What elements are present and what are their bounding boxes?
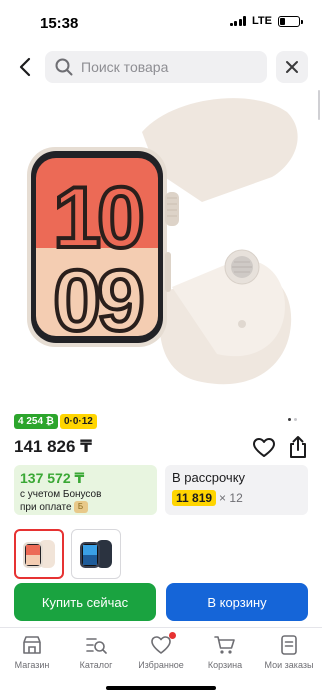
cart-icon [214, 636, 235, 654]
catalog-icon [86, 638, 107, 654]
tab-label: Магазин [14, 660, 50, 670]
share-button[interactable] [287, 435, 309, 459]
home-indicator [106, 686, 216, 690]
gallery-dot [288, 418, 291, 421]
orders-icon [281, 635, 297, 655]
watch-thumb-icon [23, 540, 55, 568]
tab-favorites[interactable]: Избранное [129, 632, 193, 670]
bonus-icon: Б [73, 501, 88, 514]
variant-thumb-midnight[interactable] [71, 529, 121, 579]
status-time: 15:38 [40, 15, 79, 32]
search-icon [55, 58, 73, 76]
bottom-tab-bar: Магазин Каталог Избранное Корзина Мои за… [0, 627, 322, 698]
tab-label: Корзина [207, 660, 243, 670]
chevron-left-icon [19, 57, 31, 77]
tab-cart[interactable]: Корзина [193, 634, 257, 670]
close-icon [286, 61, 298, 73]
signal-icon [229, 16, 247, 26]
close-button[interactable] [276, 51, 308, 83]
bonus-note: с учетом Бонусов при оплате Б [20, 488, 151, 514]
status-bar: 15:38 LTE [0, 0, 322, 44]
scroll-indicator [318, 90, 320, 120]
bonus-badge: 4 254 ₿ [14, 414, 58, 429]
installment-title: В рассрочку [172, 470, 246, 485]
tab-catalog[interactable]: Каталог [64, 634, 128, 670]
tab-shop[interactable]: Магазин [0, 634, 64, 670]
gallery-dot [294, 418, 297, 421]
bonus-price-card[interactable]: 137 572 ₸ с учетом Бонусов при оплате Б [14, 465, 157, 515]
watch-face-minute: 09 [53, 253, 142, 349]
back-button[interactable] [14, 55, 36, 79]
installment-amount: 11 819 [172, 490, 217, 506]
variant-thumbnails [14, 529, 121, 579]
search-header: Поиск товара [0, 51, 322, 83]
heart-icon [253, 438, 275, 457]
variant-thumb-starlight[interactable] [14, 529, 64, 579]
watch-face-hour: 10 [53, 170, 142, 266]
installment-multiplier: × 12 [219, 491, 243, 505]
tab-label: Каталог [79, 660, 113, 670]
bonus-note-line1: с учетом Бонусов [20, 489, 102, 500]
buy-now-button[interactable]: Купить сейчас [14, 583, 156, 621]
gallery-pagination [288, 418, 297, 421]
status-icons: LTE [229, 15, 303, 27]
battery-icon [278, 15, 303, 27]
installment-card[interactable]: В рассрочку 11 819 × 12 [165, 465, 308, 515]
tab-label: Мои заказы [264, 660, 314, 670]
shop-icon [23, 636, 41, 654]
bonus-price: 137 572 ₸ [20, 470, 85, 486]
apple-watch-image: 10 09 [27, 98, 298, 385]
share-icon [290, 436, 306, 458]
search-input[interactable]: Поиск товара [45, 51, 267, 83]
notification-dot [169, 632, 176, 639]
add-to-cart-button[interactable]: В корзину [166, 583, 308, 621]
favorite-button[interactable] [252, 436, 276, 460]
network-label: LTE [252, 15, 272, 27]
watch-thumb-icon [80, 540, 112, 568]
tab-label: Избранное [138, 660, 184, 670]
installment-badge: 0·0·12 [59, 414, 97, 429]
product-badges: 4 254 ₿ 0·0·12 [14, 414, 97, 429]
bonus-note-line2: при оплате [20, 502, 72, 513]
product-price: 141 826 ₸ [14, 437, 93, 456]
tab-orders[interactable]: Мои заказы [257, 634, 321, 670]
product-image[interactable]: 10 09 [22, 92, 300, 402]
search-placeholder: Поиск товара [81, 59, 169, 75]
